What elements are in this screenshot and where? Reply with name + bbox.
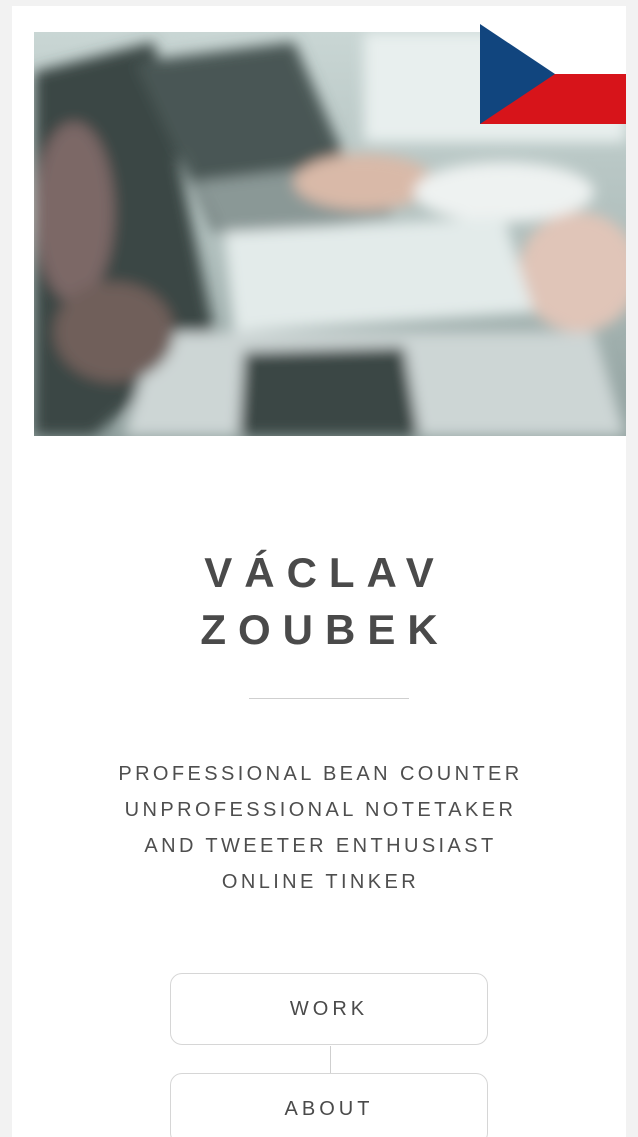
name-first: VÁCLAV xyxy=(204,549,446,596)
tagline-line: ONLINE TINKER xyxy=(221,871,420,893)
name-divider xyxy=(249,698,409,699)
work-button[interactable]: WORK xyxy=(170,973,488,1045)
page: VÁCLAV ZOUBEK PROFESSIONAL BEAN COUNTER … xyxy=(0,0,638,1137)
czech-flag-icon[interactable] xyxy=(480,24,626,124)
tagline-line: UNPROFESSIONAL NOTETAKER xyxy=(124,799,517,821)
profile-tagline: PROFESSIONAL BEAN COUNTER UNPROFESSIONAL… xyxy=(12,756,626,900)
profile-card: VÁCLAV ZOUBEK PROFESSIONAL BEAN COUNTER … xyxy=(12,6,626,1137)
nav-connector xyxy=(330,1046,331,1076)
profile-name: VÁCLAV ZOUBEK xyxy=(12,544,626,658)
tagline-line: PROFESSIONAL BEAN COUNTER xyxy=(118,763,523,785)
tagline-line: AND TWEETER ENTHUSIAST xyxy=(144,835,497,857)
about-button[interactable]: ABOUT xyxy=(170,1073,488,1137)
name-last: ZOUBEK xyxy=(200,606,450,653)
